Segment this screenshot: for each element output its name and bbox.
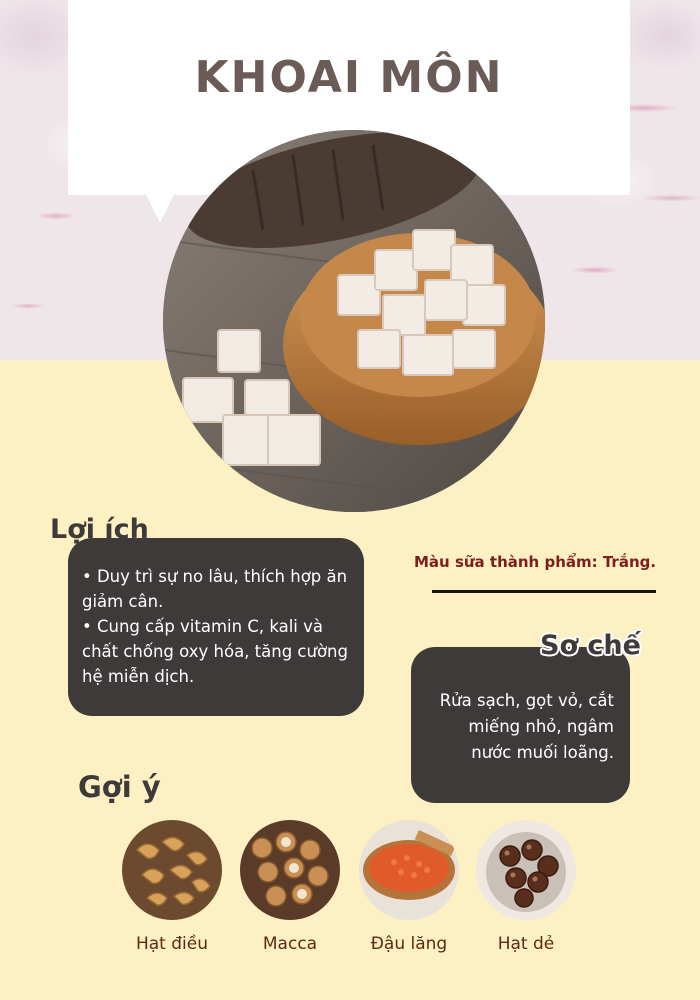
suggestion-cashew: Hạt điều	[112, 820, 232, 954]
lentils-photo	[359, 820, 459, 920]
benefit-item: • Cung cấp vitamin C, kali và chất chống…	[82, 617, 348, 686]
preparation-box: Rửa sạch, gọt vỏ, cắt miếng nhỏ, ngâm nư…	[411, 647, 630, 803]
preparation-text: Rửa sạch, gọt vỏ, cắt miếng nhỏ, ngâm nư…	[439, 691, 614, 762]
preparation-heading: Sơ chế	[540, 630, 641, 661]
suggestion-lentils: Đậu lăng	[349, 820, 469, 954]
macadamia-photo	[240, 820, 340, 920]
milk-color-note: Màu sữa thành phẩm: Trắng.	[414, 553, 657, 571]
page-title: KHOAI MÔN	[194, 52, 504, 103]
chestnut-photo	[476, 820, 576, 920]
suggestion-macadamia: Macca	[230, 820, 350, 954]
suggestion-label: Đậu lăng	[370, 934, 448, 954]
suggestion-chestnut: Hạt dẻ	[466, 820, 586, 954]
suggestion-label: Macca	[262, 934, 318, 954]
suggestion-label: Hạt dẻ	[497, 934, 555, 954]
hero-taro-photo	[163, 130, 545, 512]
suggestion-label: Hạt điều	[135, 934, 209, 954]
cashew-photo	[122, 820, 222, 920]
suggestions-heading: Gợi ý	[78, 770, 161, 804]
divider-line	[432, 590, 656, 593]
benefits-box: • Duy trì sự no lâu, thích hợp ăn giảm c…	[68, 538, 364, 716]
benefit-item: • Duy trì sự no lâu, thích hợp ăn giảm c…	[82, 567, 348, 611]
taro-bowl-illustration	[163, 130, 545, 512]
